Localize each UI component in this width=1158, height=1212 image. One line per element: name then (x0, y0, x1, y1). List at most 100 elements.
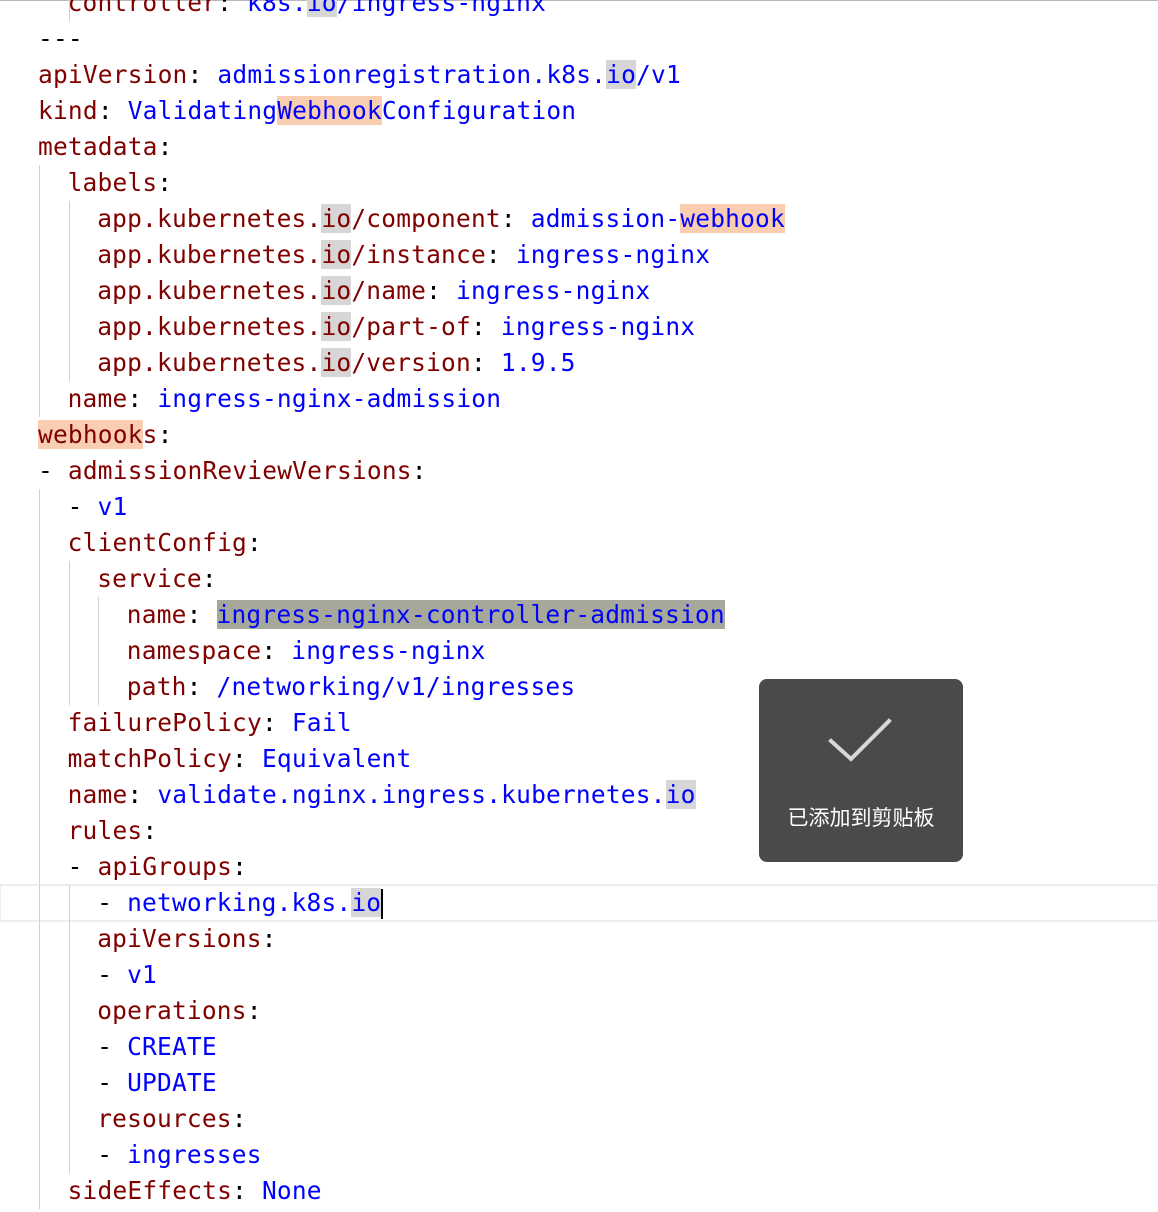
yaml-value: v1 (97, 492, 128, 521)
yaml-key: io (321, 312, 352, 341)
yaml-key: admissionReviewVersions (67, 456, 412, 485)
indent-guide (39, 165, 40, 201)
yaml-value: ingress-nginx (515, 240, 711, 269)
code-line[interactable]: metadata: (0, 129, 1158, 165)
code-line[interactable]: name: validate.nginx.ingress.kubernetes.… (0, 777, 1158, 813)
indent-guide (68, 201, 70, 237)
indent-guide (39, 201, 40, 237)
indent-guide (68, 1065, 70, 1101)
yaml-value: v1 (127, 960, 157, 989)
code-line[interactable]: app.kubernetes.io/version: 1.9.5 (0, 345, 1158, 381)
yaml-punct: : (246, 996, 262, 1025)
yaml-punct: - (67, 492, 98, 521)
indent-guide (68, 345, 70, 381)
yaml-value: validate.nginx.ingress.kubernetes. (157, 780, 666, 809)
yaml-punct: : (411, 456, 427, 485)
indent-guide (39, 1065, 40, 1101)
code-editor[interactable]: controller: k8s.io/ingress-nginx --- apiVe… (0, 0, 1158, 1209)
code-line[interactable]: rules: (0, 813, 1158, 849)
indent-guide (39, 309, 40, 345)
code-line[interactable]: - networking.k8s.io (0, 884, 1158, 922)
yaml-key: name (126, 600, 187, 629)
yaml-key: /name (351, 276, 427, 305)
code-line[interactable]: kind: ValidatingWebhookConfiguration (0, 93, 1158, 129)
code-line[interactable]: app.kubernetes.io/component: admission-w… (0, 201, 1158, 237)
indent-guide (39, 957, 40, 993)
yaml-value: io (606, 60, 637, 89)
yaml-value: ingress-nginx-controller-admission (216, 600, 725, 629)
yaml-key: apiGroups (97, 852, 233, 881)
yaml-key: service (97, 564, 202, 593)
indent-guide (39, 273, 40, 309)
code-line[interactable]: app.kubernetes.io/instance: ingress-ngin… (0, 237, 1158, 273)
yaml-punct: : (485, 240, 516, 269)
indent-guide (39, 489, 40, 525)
toast-message: 已添加到剪贴板 (787, 806, 935, 830)
yaml-value: 1.9.5 (500, 348, 576, 377)
yaml-key: resources (97, 1104, 232, 1133)
code-line[interactable]: name: ingress-nginx-controller-admission (0, 597, 1158, 633)
yaml-value: ingress-nginx-admission (157, 384, 502, 413)
code-line[interactable]: app.kubernetes.io/part-of: ingress-nginx (0, 309, 1158, 345)
code-line[interactable]: - v1 (0, 957, 1158, 993)
code-line[interactable]: sideEffects: None (0, 1173, 1158, 1209)
indent-guide (39, 741, 40, 777)
yaml-key: apiVersion (38, 60, 188, 89)
code-line[interactable]: - v1 (0, 489, 1158, 525)
indent-guide (68, 921, 70, 957)
yaml-punct: - (38, 456, 68, 485)
yaml-key: app.kubernetes. (97, 348, 322, 377)
yaml-punct: : (201, 564, 217, 593)
code-line[interactable]: labels: (0, 165, 1158, 201)
yaml-key: /part-of (351, 312, 471, 341)
code-line[interactable]: failurePolicy: Fail (0, 705, 1158, 741)
yaml-key: io (321, 240, 352, 269)
code-line[interactable]: - apiGroups: (0, 849, 1158, 885)
code-line[interactable]: namespace: ingress-nginx (0, 633, 1158, 669)
code-line[interactable]: webhooks: (0, 417, 1158, 453)
yaml-punct: : (157, 132, 173, 161)
code-line[interactable]: - UPDATE (0, 1065, 1158, 1101)
indent-guide (39, 705, 40, 741)
yaml-punct: : (261, 708, 292, 737)
yaml-key: io (321, 204, 352, 233)
yaml-key: s (142, 420, 158, 449)
yaml-value: Configuration (381, 96, 577, 125)
code-line[interactable]: apiVersions: (0, 921, 1158, 957)
code-line[interactable]: path: /networking/v1/ingresses (0, 669, 1158, 705)
code-line[interactable]: - CREATE (0, 1029, 1158, 1065)
yaml-punct: : (186, 672, 217, 701)
code-line[interactable]: clientConfig: (0, 525, 1158, 561)
code-line[interactable]: operations: (0, 993, 1158, 1029)
code-line[interactable]: --- (0, 21, 1158, 57)
code-line[interactable]: controller: k8s.io/ingress-nginx (0, 0, 1158, 21)
yaml-punct: - (67, 852, 98, 881)
indent-guide (39, 993, 40, 1029)
yaml-key: app.kubernetes. (97, 312, 322, 341)
yaml-key: sideEffects (67, 1176, 233, 1205)
yaml-punct: : (261, 924, 277, 953)
code-line[interactable]: name: ingress-nginx-admission (0, 381, 1158, 417)
indent-guide (39, 633, 40, 669)
code-line[interactable]: resources: (0, 1101, 1158, 1137)
indent-guide (68, 885, 70, 921)
code-line[interactable]: - ingresses (0, 1137, 1158, 1173)
yaml-punct: : (232, 744, 262, 773)
indent-guide (39, 777, 40, 813)
yaml-value: /v1 (636, 60, 681, 89)
indent-guide (39, 1173, 40, 1209)
yaml-key: controller (67, 0, 218, 17)
yaml-punct: - (97, 1032, 128, 1061)
yaml-punct: : (127, 780, 158, 809)
code-line[interactable]: - admissionReviewVersions: (0, 453, 1158, 489)
yaml-value: io (351, 888, 382, 917)
code-line[interactable]: apiVersion: admissionregistration.k8s.io… (0, 57, 1158, 93)
indent-guide (39, 669, 40, 705)
yaml-value: ingresses (127, 1140, 262, 1169)
yaml-punct: : (500, 204, 531, 233)
yaml-value: /networking/v1/ingresses (216, 672, 576, 701)
code-line[interactable]: app.kubernetes.io/name: ingress-nginx (0, 273, 1158, 309)
code-line[interactable]: service: (0, 561, 1158, 597)
indent-guide (39, 1029, 40, 1065)
code-line[interactable]: matchPolicy: Equivalent (0, 741, 1158, 777)
